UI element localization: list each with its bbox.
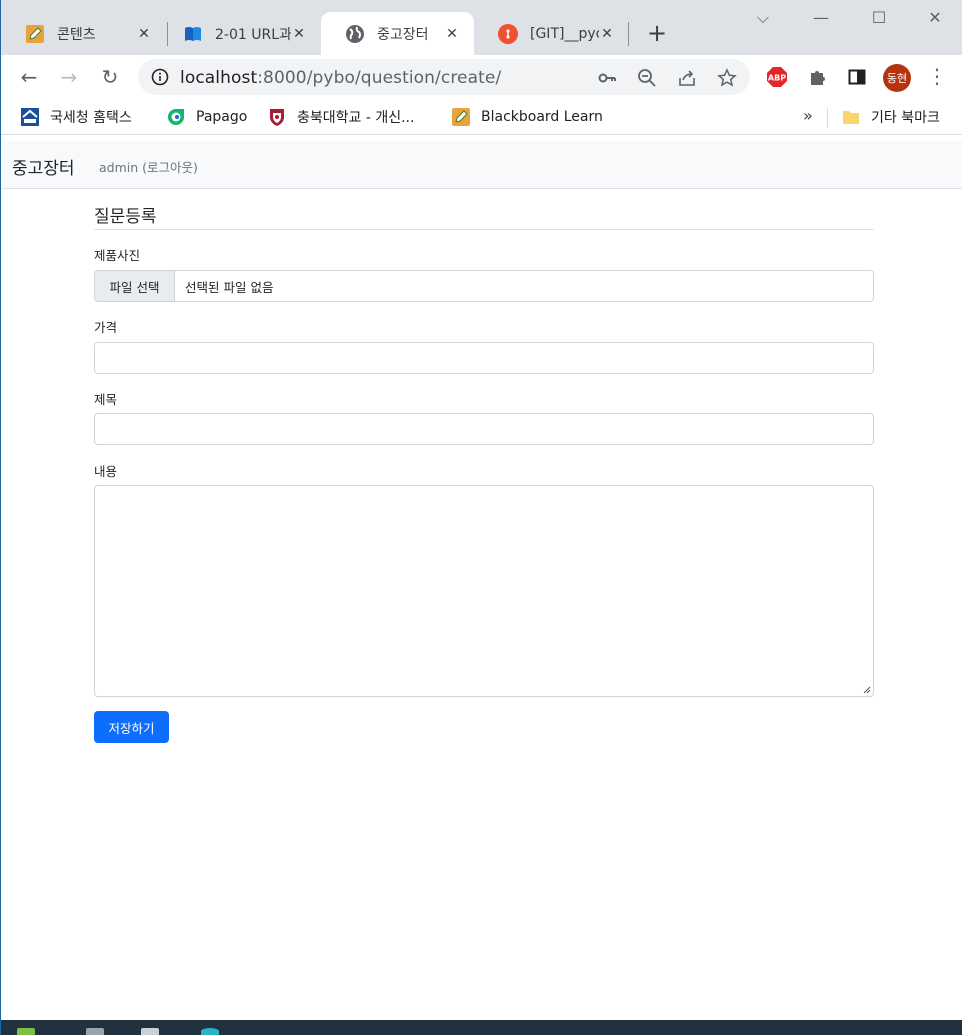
save-button[interactable]: 저장하기 [94, 711, 169, 743]
tab-title: [GIT]__pycc [530, 25, 599, 42]
file-status: 선택된 파일 없음 [185, 279, 274, 295]
taskbar-app-icon[interactable] [86, 1028, 104, 1035]
site-info-icon[interactable] [150, 67, 170, 87]
cbnu-shield-icon [267, 107, 287, 127]
photo-label: 제품사진 [94, 248, 141, 263]
title-divider [94, 229, 874, 230]
folder-icon [841, 107, 861, 127]
file-select-button[interactable]: 파일 선택 [95, 271, 175, 301]
extensions-puzzle-icon[interactable] [806, 65, 830, 89]
bookmarks-overflow-button[interactable]: » [803, 106, 813, 125]
tab-title: 2-01 URL과 [215, 26, 291, 43]
close-icon[interactable]: ✕ [291, 26, 307, 42]
tab-market[interactable]: 중고장터 ✕ [321, 12, 474, 55]
logout-link[interactable]: admin (로그아웃) [99, 157, 198, 176]
url-host: localhost [180, 68, 258, 88]
bookmark-label: 국세청 홈택스 [50, 110, 132, 126]
globe-icon [345, 24, 365, 44]
git-icon [498, 23, 518, 44]
taskbar-app-icon[interactable] [141, 1028, 159, 1035]
bookmark-hometax[interactable]: 국세청 홈택스 [20, 105, 132, 129]
site-navbar: 중고장터 admin (로그아웃) [1, 141, 962, 189]
new-tab-button[interactable]: + [643, 19, 671, 47]
address-bar[interactable]: localhost:8000/pybo/question/create/ [138, 59, 750, 95]
bookmark-star-icon[interactable] [716, 67, 738, 89]
hometax-icon [20, 107, 40, 127]
papago-icon [166, 107, 186, 127]
adblock-plus-icon[interactable]: ABP [766, 66, 788, 88]
back-button[interactable]: ← [15, 63, 43, 91]
bookmarks-separator [827, 108, 828, 128]
bookmark-label: 충북대학교 - 개신... [297, 110, 415, 126]
price-label: 가격 [94, 320, 118, 335]
bookmark-label: Blackboard Learn [481, 109, 603, 125]
abp-label: ABP [768, 74, 786, 83]
close-icon[interactable]: ✕ [599, 26, 615, 42]
taskbar-app-icon[interactable] [17, 1028, 35, 1035]
other-bookmarks-label: 기타 북마크 [871, 110, 940, 126]
other-bookmarks[interactable]: 기타 북마크 [841, 105, 940, 129]
bookmark-cbnu[interactable]: 충북대학교 - 개신... [267, 105, 414, 129]
site-brand-link[interactable]: 중고장터 [12, 154, 75, 179]
url-path: :8000/pybo/question/create/ [257, 68, 502, 88]
subject-label: 제목 [94, 392, 118, 407]
price-input[interactable] [94, 342, 874, 374]
tab-contents[interactable]: 콘텐츠 ✕ [1, 12, 166, 55]
form-title: 질문등록 [94, 207, 157, 227]
taskbar-app-icon[interactable] [201, 1028, 219, 1035]
book-icon [183, 24, 203, 44]
content-label: 내용 [94, 464, 118, 479]
maximize-button[interactable]: ☐ [867, 8, 891, 27]
url-text: localhost:8000/pybo/question/create/ [180, 68, 501, 88]
pencil-icon [451, 107, 471, 127]
tab-strip: 콘텐츠 ✕ 2-01 URL과 ✕ 중고장터 ✕ [GIT]__pycc ✕ +… [1, 0, 962, 55]
tab-git[interactable]: [GIT]__pycc ✕ [474, 12, 629, 55]
profile-avatar[interactable]: 동현 [883, 64, 911, 92]
subject-input[interactable] [94, 413, 874, 445]
close-icon[interactable]: ✕ [444, 26, 460, 42]
close-icon[interactable]: ✕ [136, 26, 152, 42]
resize-grip-icon[interactable] [861, 684, 871, 694]
tab-separator [628, 22, 629, 46]
pencil-icon [25, 24, 45, 44]
forward-button[interactable]: → [55, 63, 83, 91]
browser-menu-icon[interactable]: ⋮ [927, 64, 947, 92]
bookmark-papago[interactable]: Papago [166, 105, 247, 129]
content-textarea[interactable] [94, 485, 874, 697]
tab-title: 중고장터 [377, 26, 429, 43]
window-close-button[interactable]: ✕ [923, 8, 947, 27]
tab-url[interactable]: 2-01 URL과 ✕ [159, 12, 321, 55]
bookmarks-bar: 국세청 홈택스 Papago 충북대학교 - 개신... Blackboard … [1, 99, 962, 135]
side-panel-icon[interactable] [845, 65, 869, 89]
photo-file-input[interactable]: 파일 선택 선택된 파일 없음 [94, 270, 874, 302]
tab-search-icon[interactable]: ⌵ [751, 8, 775, 28]
bookmark-label: Papago [196, 109, 248, 125]
zoom-icon[interactable] [636, 67, 658, 89]
key-icon[interactable] [596, 67, 618, 89]
reload-button[interactable]: ↻ [96, 63, 124, 91]
tab-title: 콘텐츠 [57, 26, 96, 43]
share-icon[interactable] [676, 67, 698, 89]
bookmark-blackboard[interactable]: Blackboard Learn [451, 105, 603, 129]
minimize-button[interactable]: — [809, 8, 833, 27]
